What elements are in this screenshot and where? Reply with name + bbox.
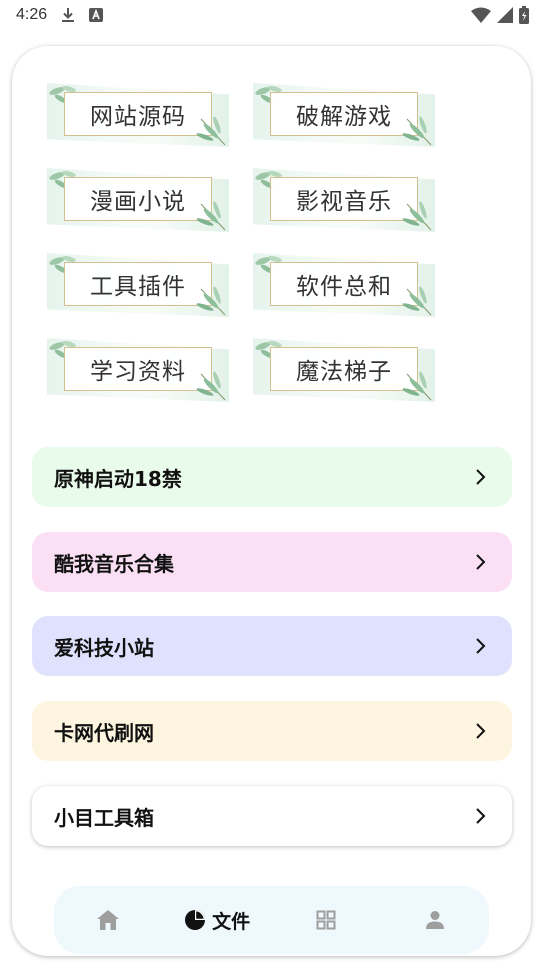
category-tile-software[interactable]: 软件总和 [253,253,435,317]
list-item-label: 小目工具箱 [54,805,154,830]
bottom-nav: 文件 [54,886,489,954]
signal-icon [497,7,513,23]
category-tile-cracked-games[interactable]: 破解游戏 [253,83,435,147]
list-item[interactable]: 小目工具箱 [32,786,512,846]
list-item-label: 爱科技小站 [54,635,154,660]
list-item-label: 卡网代刷网 [54,720,154,745]
home-icon [97,910,120,930]
tile-label: 影视音乐 [296,189,392,215]
category-tile-vpn[interactable]: 魔法梯子 [253,338,435,402]
category-tile-study[interactable]: 学习资料 [47,338,229,402]
tile-label: 学习资料 [90,359,186,385]
chevron-right-icon [476,808,486,824]
tile-label: 漫画小说 [90,189,186,215]
nav-files[interactable]: 文件 [163,886,272,954]
nav-files-label: 文件 [212,910,251,933]
grid-icon [316,910,336,930]
category-tile-tools-plugins[interactable]: 工具插件 [47,253,229,317]
tile-label: 破解游戏 [296,104,392,130]
list-item[interactable]: 酷我音乐合集 [32,532,512,592]
category-tile-comics-novels[interactable]: 漫画小说 [47,168,229,232]
category-tile-movies-music[interactable]: 影视音乐 [253,168,435,232]
list-item-label: 酷我音乐合集 [54,551,174,576]
list-item[interactable]: 卡网代刷网 [32,701,512,761]
list-item[interactable]: 原神启动18禁 [32,447,512,507]
tile-label: 魔法梯子 [296,359,392,385]
app-notification-icon [89,8,104,22]
nav-home[interactable] [54,886,163,954]
list-item[interactable]: 爱科技小站 [32,616,512,676]
chevron-right-icon [476,723,486,739]
status-bar: 4:26 [0,0,543,30]
pie-chart-icon [185,910,206,930]
chevron-right-icon [476,638,486,654]
wifi-icon [471,7,491,23]
main-card: 网站源码 破解游戏 漫画小说 影视音乐 工具插件 软件总和 学习资料 魔法梯子 … [12,46,531,956]
tile-label: 软件总和 [296,274,392,300]
category-tile-source-code[interactable]: 网站源码 [47,83,229,147]
user-icon [425,911,444,929]
status-time: 4:26 [16,6,48,23]
tile-label: 工具插件 [90,274,186,300]
chevron-right-icon [476,554,486,570]
download-icon [62,8,75,22]
chevron-right-icon [476,469,486,485]
tile-label: 网站源码 [90,104,186,130]
list-item-label: 原神启动18禁 [54,466,182,491]
battery-icon [519,6,529,24]
nav-profile[interactable] [380,886,489,954]
nav-apps[interactable] [272,886,381,954]
